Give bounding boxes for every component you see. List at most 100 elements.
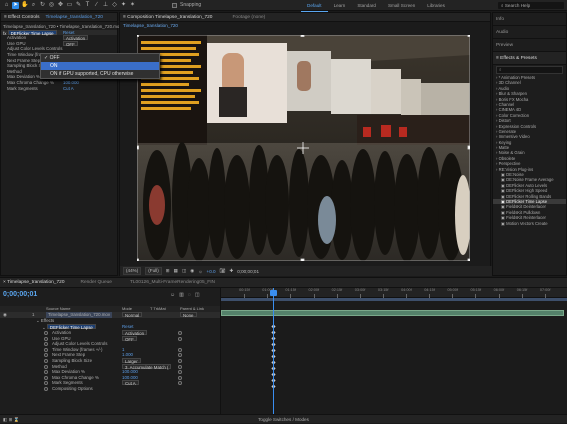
playhead-handle[interactable] (270, 290, 277, 296)
snapping-toggle[interactable]: Snapping (172, 2, 201, 8)
eraser-tool-icon[interactable]: ◇ (111, 2, 118, 9)
resolution-dropdown[interactable]: (Full) (145, 267, 162, 275)
panel-audio[interactable]: Audio (493, 26, 566, 39)
panel-preview[interactable]: Preview (493, 39, 566, 52)
timeline-prop-value[interactable]: Larger (122, 357, 141, 364)
workspace-libraries[interactable]: Libraries (421, 0, 451, 11)
stopwatch-icon[interactable] (44, 342, 48, 347)
timeline-prop-value[interactable]: OFF (122, 335, 137, 342)
effects-group-label[interactable]: ⌄ Effects (36, 318, 54, 324)
graph-editor-icon[interactable]: ◫ (195, 292, 200, 298)
tab-render-queue[interactable]: Render Queue (80, 280, 111, 285)
transparency-grid-icon[interactable]: ▦ (174, 268, 178, 274)
zoom-dropdown[interactable]: (44%) (123, 267, 142, 275)
visibility-icon[interactable]: ◉ (3, 312, 7, 318)
stopwatch-icon[interactable] (44, 364, 48, 369)
camera-tool-icon[interactable]: ◎ (48, 2, 55, 9)
puppet-tool-icon[interactable]: ✶ (129, 2, 136, 9)
rotate-tool-icon[interactable]: ↻ (39, 2, 46, 9)
col-trkmat[interactable]: T TrkMat (150, 306, 166, 312)
stopwatch-icon[interactable] (44, 347, 48, 352)
roto-brush-tool-icon[interactable]: ✦ (120, 2, 127, 9)
reset-property-icon[interactable] (178, 358, 182, 363)
channel-icon[interactable]: ◉ (190, 268, 194, 274)
stopwatch-icon[interactable] (44, 331, 48, 335)
stopwatch-icon[interactable] (44, 375, 48, 380)
reset-property-icon[interactable] (178, 381, 182, 386)
tab-timeline-comp[interactable]: × Timelapse_translation_720 (3, 280, 64, 285)
effect-prop-value[interactable]: Activation (63, 35, 89, 41)
col-mode[interactable]: Mode (122, 306, 132, 312)
dropdown-option-on-if-gpu[interactable]: ON if GPU supported, CPU otherwise (41, 70, 159, 78)
shy-icon[interactable]: ☺ (170, 292, 175, 298)
motion-blur-icon[interactable]: ◌ (188, 292, 191, 298)
layer-parent-dropdown[interactable]: None (180, 312, 197, 318)
timeline-prop-value[interactable]: 3. Accumulate Match ( (122, 363, 172, 370)
reset-property-icon[interactable] (178, 370, 182, 375)
effect-prop-value[interactable]: OFF (63, 40, 78, 47)
region-icon[interactable]: ⊞ (166, 268, 170, 274)
timeline-prop-value[interactable]: Cut A (122, 380, 139, 386)
composition-subtab[interactable]: Timelapse_translation_720 (123, 23, 178, 31)
playhead-line[interactable] (273, 288, 274, 414)
stopwatch-icon[interactable] (44, 353, 48, 358)
snapshot-icon[interactable]: 📷︎ (220, 268, 226, 274)
timeline-timecode[interactable]: 0;00;00;01 (3, 291, 37, 298)
layer-name[interactable]: Timelapse_translation_720.mov (46, 312, 113, 318)
rectangle-tool-icon[interactable]: ▭ (66, 2, 73, 9)
snapping-checkbox[interactable] (172, 2, 177, 8)
tab-footage[interactable]: Footage (none) (232, 15, 265, 20)
exposure-icon[interactable]: ☼ (198, 269, 202, 274)
stopwatch-icon[interactable] (44, 381, 48, 386)
frame-blend-icon[interactable]: ▥ (179, 292, 184, 298)
show-snapshot-icon[interactable]: ✚ (229, 268, 233, 274)
reset-property-icon[interactable] (178, 353, 182, 358)
reset-property-icon[interactable] (178, 364, 182, 369)
effects-search-input[interactable]: ⌕ (496, 66, 563, 74)
layer-row[interactable]: ◉ 1 Timelapse_translation_720.mov Normal… (0, 312, 220, 318)
timeline-effect-row[interactable]: ⌄ DEFlicker Time Lapse Reset (42, 324, 220, 330)
dropdown-option-on[interactable]: ON (41, 62, 159, 70)
timeline-effect-reset[interactable]: Reset (122, 324, 133, 330)
pen-tool-icon[interactable]: ✎ (75, 2, 82, 9)
workspace-standard[interactable]: Standard (351, 0, 382, 11)
effect-preset-item[interactable]: ▣ Motion Vectors Create (493, 221, 566, 226)
panel-effects-presets[interactable]: ≡ Effects & Presets (493, 52, 566, 65)
reset-property-icon[interactable] (178, 336, 182, 341)
reset-property-icon[interactable] (178, 347, 182, 352)
reset-property-icon[interactable] (178, 331, 182, 335)
stopwatch-icon[interactable] (44, 386, 48, 391)
col-parent[interactable]: Parent & Link (180, 306, 204, 312)
dropdown-option-off[interactable]: ✓ OFF (41, 54, 159, 62)
timeline-prop-row[interactable]: Compositing Options (0, 386, 220, 392)
tab-other-comp[interactable]: TL00126_Multi-FrameRendering05_FIN (130, 280, 215, 285)
tab-effect-controls[interactable]: ≡ Effect Controls (4, 15, 40, 20)
effect-prop-row[interactable]: Mark Segments Cut A (1, 86, 117, 92)
pan-behind-tool-icon[interactable]: ✥ (57, 2, 64, 9)
viewer-timecode[interactable]: 0;00;00;01 (237, 269, 259, 274)
timeline-prop-value[interactable]: Activation (122, 330, 148, 336)
exposure-value[interactable]: +0.0 (207, 269, 216, 274)
hand-tool-icon[interactable]: ✋ (21, 2, 28, 9)
workspace-learn[interactable]: Learn (328, 0, 352, 11)
tab-composition[interactable]: ≡ Composition Timelapse_translation_720 (123, 15, 212, 20)
col-source-name[interactable]: Source Name (46, 306, 70, 312)
panel-info[interactable]: Info (493, 13, 566, 26)
stopwatch-icon[interactable] (44, 336, 48, 341)
stopwatch-icon[interactable] (44, 358, 48, 363)
selection-tool-icon[interactable]: ➤ (12, 1, 19, 9)
tab-effect-controls-layer[interactable]: Timelapse_translation_720 (46, 15, 103, 20)
type-tool-icon[interactable]: T (84, 2, 91, 9)
brush-tool-icon[interactable]: ∕ (93, 2, 100, 9)
reset-property-icon[interactable] (178, 375, 182, 380)
workspace-small-screen[interactable]: Small Screen (382, 0, 421, 11)
toggle-switches-modes-button[interactable]: Toggle Switches / Modes (258, 417, 309, 422)
mask-icon[interactable]: ◫ (182, 268, 186, 274)
frame-render-time-icon[interactable]: ⌛ (14, 417, 20, 422)
help-search-input[interactable]: ⌕ Search Help (498, 2, 564, 9)
home-icon[interactable]: ⌂ (3, 2, 10, 9)
zoom-tool-icon[interactable]: ⌕ (30, 2, 37, 9)
workspace-default[interactable]: Default (301, 0, 328, 12)
stopwatch-icon[interactable] (44, 370, 48, 375)
effect-prop-value[interactable]: Cut A (63, 86, 74, 92)
